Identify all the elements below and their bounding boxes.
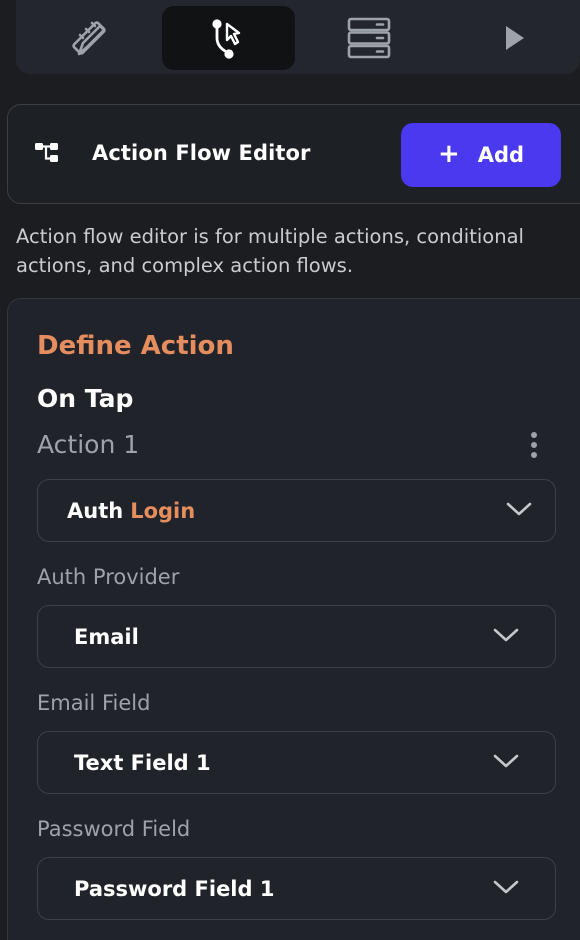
pencil-ruler-icon [67, 16, 111, 60]
define-action-panel: Define Action On Tap Action 1 Auth Login … [7, 298, 580, 940]
action-flow-description: Action flow editor is for multiple actio… [16, 225, 524, 277]
action-type-value: Auth Login [67, 499, 195, 523]
tab-backend[interactable] [302, 6, 435, 70]
tab-run[interactable] [447, 6, 580, 70]
action-type-name: Login [130, 498, 196, 523]
add-button-label: Add [477, 143, 525, 167]
auth-provider-value: Email [74, 624, 139, 649]
flow-tree-icon [34, 140, 60, 170]
action-settings-panel: Action Flow Editor + Add Action flow edi… [0, 0, 580, 940]
play-icon [499, 23, 529, 53]
tab-design[interactable] [22, 6, 155, 70]
password-field-label: Password Field [37, 817, 191, 841]
email-field-dropdown[interactable]: Text Field 1 [37, 731, 556, 794]
plus-icon: + [437, 138, 460, 169]
password-field-value: Password Field 1 [74, 876, 275, 901]
auth-provider-label: Auth Provider [37, 565, 180, 589]
chevron-down-icon [493, 879, 519, 899]
database-server-icon [346, 16, 392, 60]
email-field-value: Text Field 1 [74, 750, 211, 775]
action-name: Action 1 [37, 430, 140, 459]
action-category: Auth [67, 498, 124, 523]
auth-provider-dropdown[interactable]: Email [37, 605, 556, 668]
trigger-label: On Tap [37, 384, 134, 413]
define-action-heading: Define Action [37, 331, 234, 361]
action-type-dropdown[interactable]: Auth Login [37, 479, 556, 542]
password-field-dropdown[interactable]: Password Field 1 [37, 857, 556, 920]
email-field-label: Email Field [37, 691, 151, 715]
action-flow-editor-card: Action Flow Editor + Add [7, 104, 580, 204]
add-action-flow-button[interactable]: + Add [401, 123, 561, 187]
action-flow-editor-title: Action Flow Editor [92, 141, 311, 165]
action-flow-cursor-icon [207, 16, 251, 60]
chevron-down-icon [493, 753, 519, 773]
chevron-down-icon [506, 501, 532, 521]
tool-tab-bar [16, 0, 580, 74]
tab-actions[interactable] [162, 6, 295, 70]
chevron-down-icon [493, 627, 519, 647]
more-options-icon[interactable] [525, 430, 543, 460]
